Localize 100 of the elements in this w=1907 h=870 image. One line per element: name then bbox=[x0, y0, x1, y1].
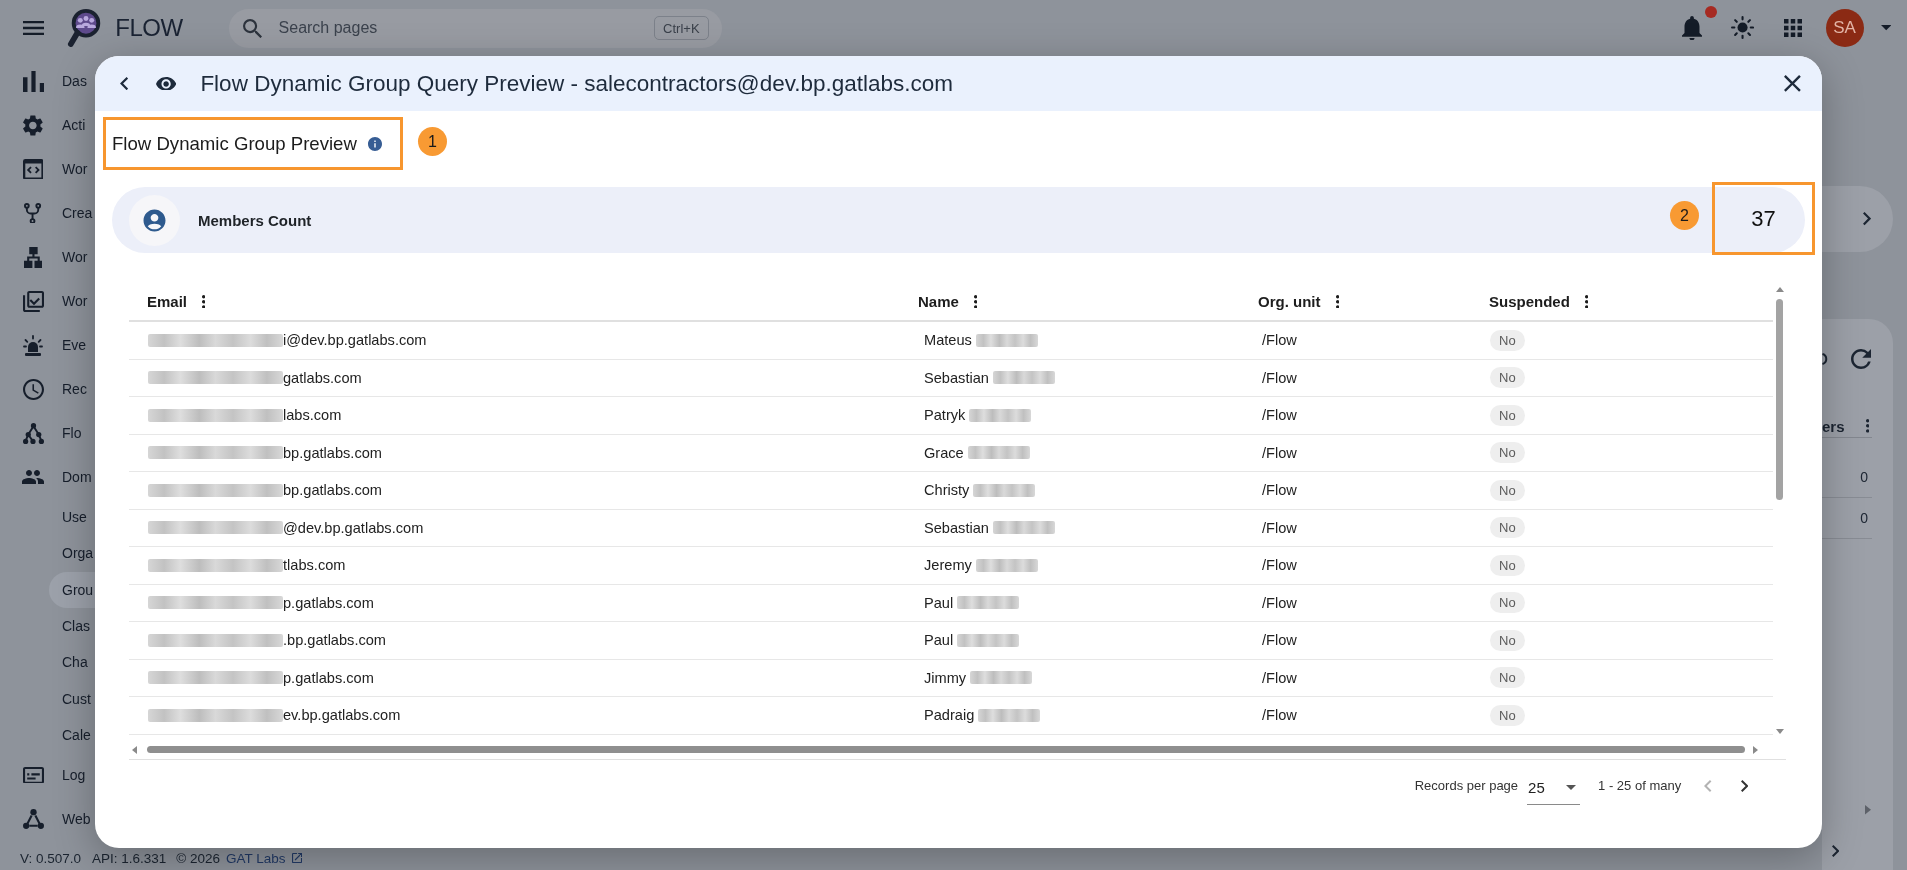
nav-item[interactable]: Log bbox=[0, 753, 95, 798]
annotation-marker: 1 bbox=[418, 127, 447, 156]
kebab-menu-icon[interactable] bbox=[202, 294, 206, 309]
webhook-icon bbox=[22, 809, 44, 830]
nav-subitem[interactable]: Cale bbox=[49, 716, 95, 754]
table-cell: p.gatlabs.com bbox=[283, 594, 374, 611]
nav-subitem[interactable]: Orga bbox=[49, 535, 95, 572]
sun-icon[interactable] bbox=[1730, 16, 1754, 40]
table-cell: Sebastian bbox=[924, 369, 989, 386]
nav-subitem[interactable]: Use bbox=[49, 499, 95, 536]
redaction-blur bbox=[975, 558, 1038, 572]
company-link[interactable]: GAT Labs bbox=[226, 850, 286, 866]
apps-grid-icon[interactable] bbox=[1783, 19, 1802, 37]
arc-icon[interactable] bbox=[1822, 353, 1829, 365]
nav-item[interactable]: Dom bbox=[0, 455, 95, 499]
table-cell: labs.com bbox=[283, 407, 342, 424]
table-cell: Sebastian bbox=[924, 519, 989, 536]
nav-item[interactable]: Das bbox=[0, 59, 95, 103]
nav-item[interactable]: Wor bbox=[0, 279, 95, 323]
version-text: V: 0.507.0 bbox=[20, 850, 82, 866]
nav-subitem[interactable]: Cha bbox=[49, 644, 95, 681]
caret-icon bbox=[1566, 784, 1577, 790]
scroll-up-icon[interactable] bbox=[1775, 287, 1784, 292]
nav-item[interactable]: Crea bbox=[0, 191, 95, 235]
status-chip: No bbox=[1490, 479, 1525, 501]
table-cell: /Flow bbox=[1262, 407, 1297, 424]
table-cell: /Flow bbox=[1262, 444, 1297, 461]
table-cell: /Flow bbox=[1262, 482, 1297, 499]
status-chip: No bbox=[1490, 404, 1525, 426]
people-icon bbox=[22, 470, 44, 484]
table-cell: /Flow bbox=[1262, 594, 1297, 611]
chevron-right-icon[interactable] bbox=[1863, 212, 1872, 226]
clock-icon bbox=[22, 378, 44, 400]
external-link-icon[interactable] bbox=[291, 852, 302, 864]
page-range-text: 1 - 25 of many bbox=[1598, 778, 1682, 793]
summary-label: Members Count bbox=[198, 211, 312, 229]
redaction-blur bbox=[969, 408, 1032, 422]
card-icon bbox=[22, 766, 44, 784]
redaction-blur bbox=[978, 708, 1041, 722]
api-version-text: API: 1.6.331 bbox=[92, 850, 167, 866]
table-cell: Grace bbox=[924, 444, 964, 461]
page-size-select[interactable]: 25 bbox=[1527, 770, 1581, 805]
status-chip: No bbox=[1490, 329, 1525, 351]
redaction-blur bbox=[967, 446, 1030, 460]
column-header: Name bbox=[918, 293, 959, 310]
info-icon[interactable] bbox=[367, 136, 382, 151]
table-cell: Jeremy bbox=[924, 557, 972, 574]
kebab-menu-icon[interactable] bbox=[973, 294, 978, 309]
nav-subitem[interactable]: Clas bbox=[49, 607, 95, 645]
nav-item[interactable]: Eve bbox=[0, 323, 95, 367]
next-page-icon[interactable] bbox=[1740, 779, 1748, 792]
status-chip: No bbox=[1490, 704, 1525, 726]
table-cell: Patryk bbox=[924, 407, 966, 424]
table-cell: /Flow bbox=[1262, 557, 1297, 574]
eye-icon bbox=[156, 76, 177, 91]
redaction-blur bbox=[973, 483, 1036, 497]
scroll-left-icon[interactable] bbox=[132, 745, 137, 754]
nav-item[interactable]: Web bbox=[0, 797, 95, 842]
table-cell: Christy bbox=[924, 482, 970, 499]
bar-chart-icon bbox=[22, 70, 44, 92]
nav-item[interactable]: Flo bbox=[0, 411, 95, 455]
redaction-blur bbox=[992, 371, 1055, 385]
table-cell: Paul bbox=[924, 594, 954, 611]
logo-text: FLOW bbox=[115, 14, 183, 42]
redaction-blur bbox=[992, 521, 1055, 535]
caret-icon[interactable] bbox=[1880, 25, 1891, 31]
nav-item[interactable]: Rec bbox=[0, 367, 95, 411]
menu-icon[interactable] bbox=[23, 21, 45, 35]
kebab-menu-icon[interactable] bbox=[1584, 294, 1589, 309]
nav-subitem[interactable]: Grou bbox=[49, 571, 95, 608]
kebab-menu-icon[interactable] bbox=[1865, 419, 1869, 433]
close-icon[interactable] bbox=[1784, 75, 1801, 92]
table-cell: Paul bbox=[924, 632, 954, 649]
nav-subitem[interactable]: Cust bbox=[49, 680, 95, 717]
notifications-icon[interactable] bbox=[1681, 15, 1702, 41]
kebab-menu-icon[interactable] bbox=[1335, 294, 1339, 309]
hierarchy-icon bbox=[23, 246, 43, 268]
nav-item[interactable]: Wor bbox=[0, 235, 95, 279]
redaction-blur bbox=[957, 633, 1020, 647]
chevron-right-icon[interactable] bbox=[1832, 844, 1840, 857]
status-chip: No bbox=[1490, 592, 1525, 614]
column-header: Email bbox=[147, 293, 188, 310]
scroll-down-icon[interactable] bbox=[1775, 728, 1784, 734]
status-chip: No bbox=[1490, 367, 1525, 389]
column-header: ers bbox=[1822, 417, 1845, 435]
back-icon[interactable] bbox=[120, 76, 129, 91]
scrollbar-thumb[interactable] bbox=[147, 746, 1745, 753]
refresh-icon[interactable] bbox=[1851, 349, 1871, 369]
code-window-icon bbox=[22, 158, 44, 180]
table-cell: /Flow bbox=[1262, 707, 1297, 724]
scroll-right-icon[interactable] bbox=[1753, 745, 1758, 754]
rows-per-page-label: Records per page bbox=[1414, 778, 1519, 793]
copyright-text: © 2026 bbox=[176, 850, 221, 866]
table-cell: /Flow bbox=[1262, 369, 1297, 386]
logo-icon[interactable] bbox=[67, 8, 102, 48]
nav-item[interactable]: Acti bbox=[0, 103, 95, 147]
redaction-blur bbox=[975, 333, 1038, 347]
user-avatar[interactable]: SA bbox=[1825, 9, 1864, 47]
nav-item[interactable]: Wor bbox=[0, 147, 95, 191]
scrollbar-thumb[interactable] bbox=[1776, 299, 1783, 500]
